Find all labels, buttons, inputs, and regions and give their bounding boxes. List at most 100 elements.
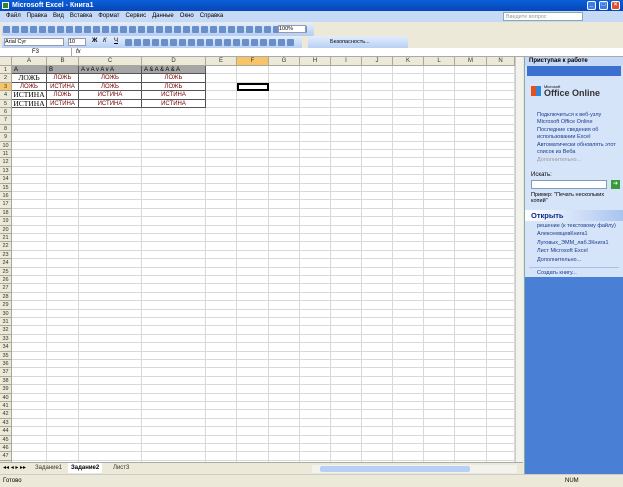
cell[interactable] <box>300 141 331 150</box>
cell[interactable] <box>424 452 455 461</box>
cell[interactable] <box>269 444 300 453</box>
cell[interactable] <box>79 108 142 117</box>
cell[interactable] <box>424 259 455 268</box>
cell[interactable] <box>142 334 206 344</box>
cell[interactable] <box>362 343 393 352</box>
cell[interactable] <box>12 208 47 218</box>
row-header[interactable]: 30 <box>0 309 12 318</box>
cell[interactable] <box>362 99 393 108</box>
cell[interactable] <box>487 393 515 402</box>
toolbar-icon[interactable] <box>21 26 28 33</box>
cell[interactable] <box>269 393 300 402</box>
cell[interactable] <box>237 74 269 83</box>
menu-item[interactable]: Правка <box>27 13 47 19</box>
cell[interactable] <box>487 91 515 100</box>
cell[interactable] <box>331 166 362 176</box>
cell[interactable] <box>269 309 300 318</box>
cell[interactable]: ЛОЖЬ <box>47 74 79 83</box>
row-header[interactable]: 46 <box>0 444 12 453</box>
cell[interactable] <box>393 225 424 234</box>
cell[interactable] <box>487 326 515 335</box>
cell[interactable]: A v A v A v A <box>79 66 142 75</box>
cell[interactable] <box>393 276 424 285</box>
cell[interactable] <box>206 292 237 302</box>
create-workbook-link[interactable]: Создать книгу... <box>525 270 623 277</box>
cell[interactable] <box>206 208 237 218</box>
row-header[interactable]: 13 <box>0 166 12 176</box>
column-header-M[interactable]: M <box>455 57 487 66</box>
cell[interactable] <box>269 200 300 209</box>
cell[interactable] <box>393 427 424 436</box>
cell[interactable] <box>331 402 362 411</box>
cell[interactable] <box>269 250 300 260</box>
cell[interactable] <box>206 427 237 436</box>
cell[interactable] <box>487 368 515 377</box>
cell[interactable] <box>424 427 455 436</box>
cell[interactable]: ИСТИНА <box>12 91 47 100</box>
cell[interactable] <box>424 166 455 176</box>
toolbar-icon[interactable] <box>210 26 217 33</box>
cell[interactable] <box>362 267 393 276</box>
cell[interactable] <box>331 393 362 402</box>
sheet-tab[interactable]: Задание2 <box>68 463 103 473</box>
cell[interactable] <box>300 150 331 159</box>
cell[interactable] <box>79 418 142 428</box>
cell[interactable] <box>12 427 47 436</box>
cell[interactable] <box>362 141 393 150</box>
cell[interactable] <box>206 82 237 92</box>
cell[interactable] <box>79 276 142 285</box>
cell[interactable] <box>12 175 47 184</box>
cell[interactable] <box>237 309 269 318</box>
cell[interactable] <box>47 427 79 436</box>
cell[interactable] <box>362 326 393 335</box>
cell[interactable] <box>424 133 455 142</box>
cell[interactable] <box>424 309 455 318</box>
cell[interactable] <box>47 276 79 285</box>
cell[interactable] <box>362 259 393 268</box>
cell[interactable] <box>393 183 424 192</box>
cell[interactable] <box>393 133 424 142</box>
cell[interactable] <box>455 318 487 327</box>
cell[interactable] <box>237 267 269 276</box>
cell[interactable] <box>455 402 487 411</box>
open-more-link[interactable]: Дополнительно... <box>525 257 623 264</box>
row-header[interactable]: 19 <box>0 217 12 226</box>
cell[interactable]: ИСТИНА <box>142 91 206 100</box>
cell[interactable] <box>47 259 79 268</box>
cell[interactable] <box>269 116 300 125</box>
row-header[interactable]: 33 <box>0 334 12 344</box>
cell[interactable] <box>269 74 300 83</box>
cell[interactable] <box>487 418 515 428</box>
cell[interactable] <box>487 318 515 327</box>
toolbar-icon[interactable] <box>224 39 231 46</box>
cell[interactable] <box>362 242 393 251</box>
cell[interactable] <box>455 435 487 444</box>
cell[interactable] <box>237 301 269 310</box>
cell[interactable] <box>424 108 455 117</box>
cell[interactable] <box>393 368 424 377</box>
cell[interactable] <box>206 452 237 461</box>
toolbar-icon[interactable] <box>129 26 136 33</box>
cell[interactable] <box>12 360 47 369</box>
cell[interactable] <box>237 259 269 268</box>
cell[interactable] <box>300 91 331 100</box>
cell[interactable] <box>79 385 142 394</box>
cell[interactable] <box>331 435 362 444</box>
recent-file-link[interactable]: решение (к текстовому файлу) <box>525 223 623 230</box>
cell[interactable] <box>331 452 362 461</box>
cell[interactable] <box>487 141 515 150</box>
cell[interactable] <box>12 150 47 159</box>
cell[interactable] <box>12 402 47 411</box>
cell[interactable] <box>206 150 237 159</box>
cell[interactable] <box>47 200 79 209</box>
cell[interactable] <box>455 360 487 369</box>
cell[interactable] <box>237 435 269 444</box>
cell[interactable] <box>455 452 487 461</box>
cell[interactable] <box>362 116 393 125</box>
cell[interactable] <box>269 108 300 117</box>
cell[interactable] <box>455 217 487 226</box>
cell[interactable] <box>206 175 237 184</box>
toolbar-icon[interactable] <box>84 26 91 33</box>
cell[interactable] <box>455 208 487 218</box>
cell[interactable] <box>47 250 79 260</box>
